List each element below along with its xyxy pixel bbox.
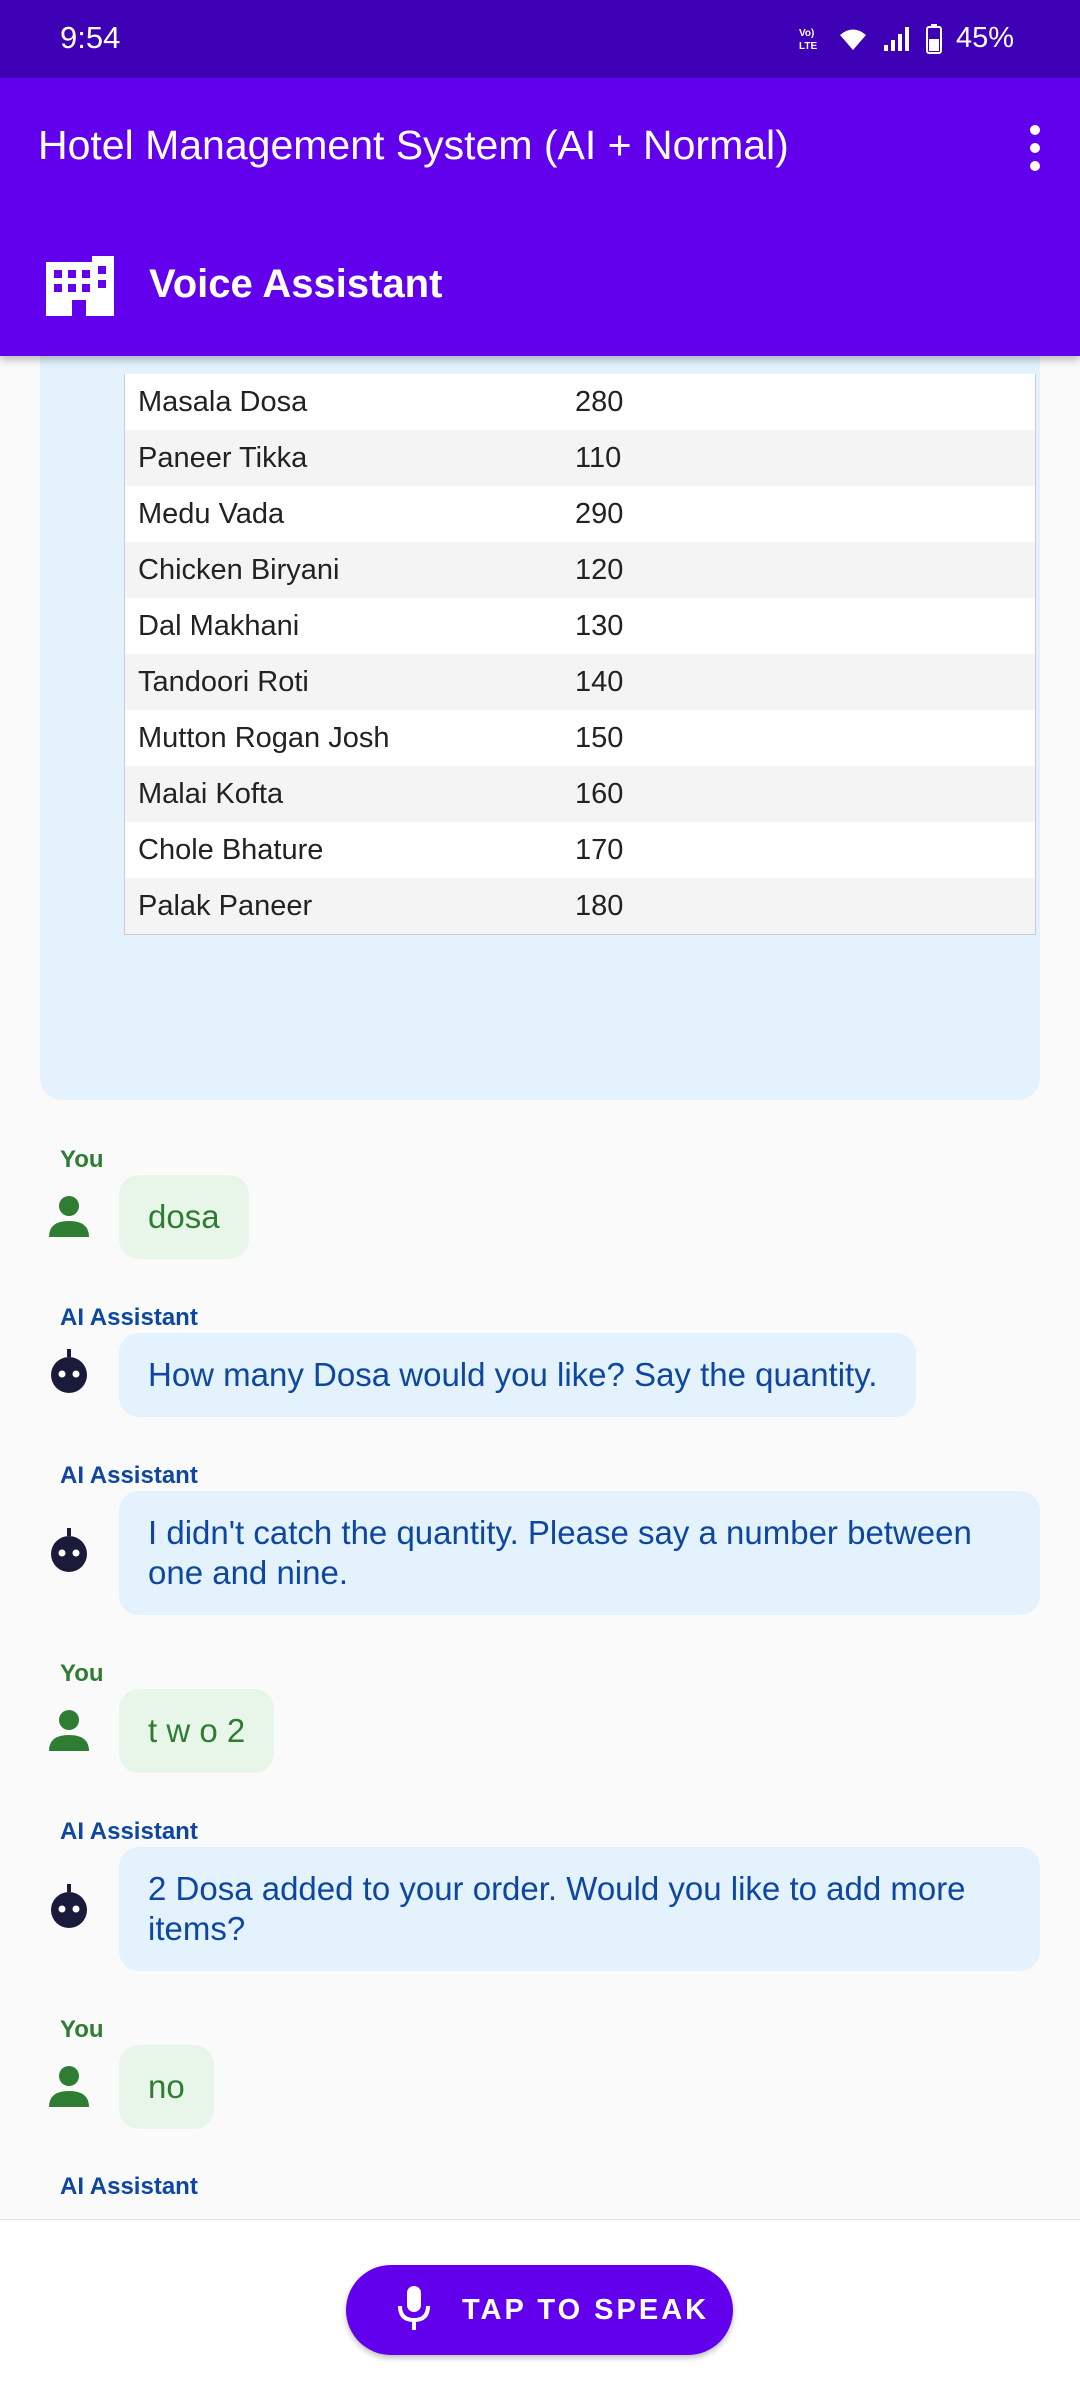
menu-item-name: Chicken Biryani xyxy=(138,553,340,586)
bot-icon xyxy=(46,1883,92,1929)
menu-item-name: Chole Bhature xyxy=(138,833,324,866)
wifi-icon xyxy=(838,26,868,52)
table-row: Malai Kofta 160 xyxy=(125,766,1035,822)
table-row: Medu Vada 290 xyxy=(125,486,1035,542)
app-title: Hotel Management System (AI + Normal) xyxy=(38,122,789,168)
menu-table: Masala Dosa 280 Paneer Tikka 110 Medu Vada 29… xyxy=(124,374,1036,935)
table-row: Dal Makhani 130 xyxy=(125,598,1035,654)
user-message: no xyxy=(119,2045,214,2129)
menu-item-price: 280 xyxy=(575,385,624,418)
menu-item-name: Dal Makhani xyxy=(138,609,300,642)
ai-message: I didn't catch the quantity. Please say … xyxy=(119,1491,1040,1615)
menu-item-name: Palak Paneer xyxy=(138,889,313,922)
ai-message: 2 Dosa added to your order. Would you li… xyxy=(119,1847,1040,1971)
user-message: dosa xyxy=(119,1175,249,1259)
voice-assistant-header: Voice Assistant xyxy=(0,218,1080,356)
sender-label: AI Assistant xyxy=(60,2173,198,2200)
app-bar: Hotel Management System (AI + Normal) xyxy=(0,78,1080,218)
menu-item-name: Mutton Rogan Josh xyxy=(138,721,390,754)
sender-label: You xyxy=(60,1660,104,1687)
table-row: Chicken Biryani 120 xyxy=(125,542,1035,598)
sender-label: AI Assistant xyxy=(60,1462,198,1489)
screen-title: Voice Assistant xyxy=(149,262,443,306)
menu-item-name: Tandoori Roti xyxy=(138,665,309,698)
menu-item-name: Malai Kofta xyxy=(138,777,284,810)
table-row: Chole Bhature 170 xyxy=(125,822,1035,878)
menu-item-price: 150 xyxy=(575,721,624,754)
battery-percent: 45% xyxy=(955,22,1014,54)
sender-label: You xyxy=(60,1146,104,1173)
table-row: Paneer Tikka 110 xyxy=(125,430,1035,486)
volte-icon: Vo) LTE xyxy=(798,25,824,53)
bot-icon xyxy=(46,1527,92,1573)
table-row: Mutton Rogan Josh 150 xyxy=(125,710,1035,766)
menu-item-price: 140 xyxy=(575,665,624,698)
battery-icon xyxy=(925,23,942,54)
person-icon xyxy=(46,2063,92,2109)
tap-to-speak-label: TAP TO SPEAK xyxy=(462,2293,710,2326)
menu-item-price: 170 xyxy=(575,833,624,866)
menu-item-price: 290 xyxy=(575,497,624,530)
table-row: Masala Dosa 280 xyxy=(125,374,1035,430)
signal-icon xyxy=(882,25,912,53)
table-row: Palak Paneer 180 xyxy=(125,878,1035,934)
status-icons: Vo) LTE 45% xyxy=(798,22,1014,55)
svg-text:Vo): Vo) xyxy=(799,28,814,39)
menu-item-name: Masala Dosa xyxy=(138,385,308,418)
bottom-bar: TAP TO SPEAK xyxy=(0,2219,1080,2401)
menu-item-price: 180 xyxy=(575,889,624,922)
tap-to-speak-button[interactable]: TAP TO SPEAK xyxy=(346,2265,733,2355)
sender-label: You xyxy=(60,2016,104,2043)
menu-item-name: Paneer Tikka xyxy=(138,441,308,474)
bot-icon xyxy=(46,1348,92,1394)
menu-item-price: 120 xyxy=(575,553,624,586)
person-icon xyxy=(46,1193,92,1239)
more-vert-icon[interactable] xyxy=(1010,120,1060,176)
menu-item-price: 160 xyxy=(575,777,624,810)
svg-text:LTE: LTE xyxy=(799,41,817,52)
sender-label: AI Assistant xyxy=(60,1818,198,1845)
table-row: Tandoori Roti 140 xyxy=(125,654,1035,710)
sender-label: AI Assistant xyxy=(60,1304,198,1331)
status-time: 9:54 xyxy=(60,20,121,55)
ai-message: How many Dosa would you like? Say the qu… xyxy=(119,1333,916,1417)
person-icon xyxy=(46,1707,92,1753)
user-message: t w o 2 xyxy=(119,1689,275,1773)
status-bar: 9:54 Vo) LTE 45% xyxy=(0,0,1080,78)
menu-item-price: 110 xyxy=(575,441,622,474)
hotel-building-icon xyxy=(46,256,114,321)
menu-item-price: 130 xyxy=(575,609,624,642)
mic-icon xyxy=(396,2284,432,2337)
menu-item-name: Medu Vada xyxy=(138,497,285,530)
